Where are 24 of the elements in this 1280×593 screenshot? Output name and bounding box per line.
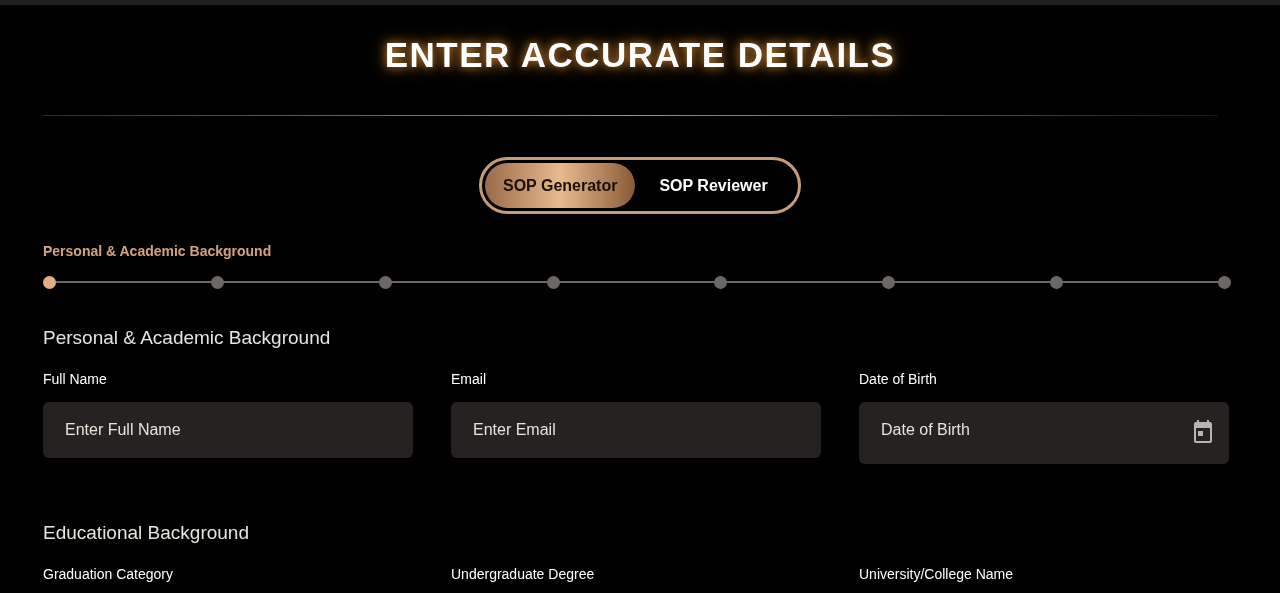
mode-tab[interactable]: SOP Reviewer [641, 163, 786, 208]
step-dot[interactable] [1050, 275, 1064, 289]
field-label: Undergraduate Degree [451, 566, 596, 582]
field-label: Full Name [43, 371, 108, 387]
step-dot[interactable] [546, 275, 560, 289]
date-field[interactable]: Date of Birth [859, 402, 1229, 464]
section-heading: Personal & Academic Background [43, 327, 332, 349]
field-label: University/College Name [859, 566, 1015, 582]
section-heading: Educational Background [43, 522, 250, 544]
input-field[interactable]: Enter Full Name [43, 402, 413, 458]
mode-tab[interactable]: SOP Generator [485, 163, 636, 208]
step-dot[interactable] [714, 275, 728, 289]
calendar-icon[interactable] [1191, 419, 1215, 445]
input-field[interactable]: Enter Email [451, 402, 821, 458]
step-dot[interactable] [378, 275, 392, 289]
step-dot[interactable] [882, 275, 896, 289]
page-title: ENTER ACCURATE DETAILS [383, 35, 897, 75]
field-label: Date of Birth [859, 371, 938, 387]
field-label: Graduation Category [43, 566, 174, 582]
step-dot[interactable] [43, 275, 56, 289]
field-label: Email [451, 371, 487, 387]
step-dot[interactable] [1217, 275, 1231, 289]
step-title: Personal & Academic Background [43, 243, 273, 259]
step-dot[interactable] [210, 275, 224, 289]
